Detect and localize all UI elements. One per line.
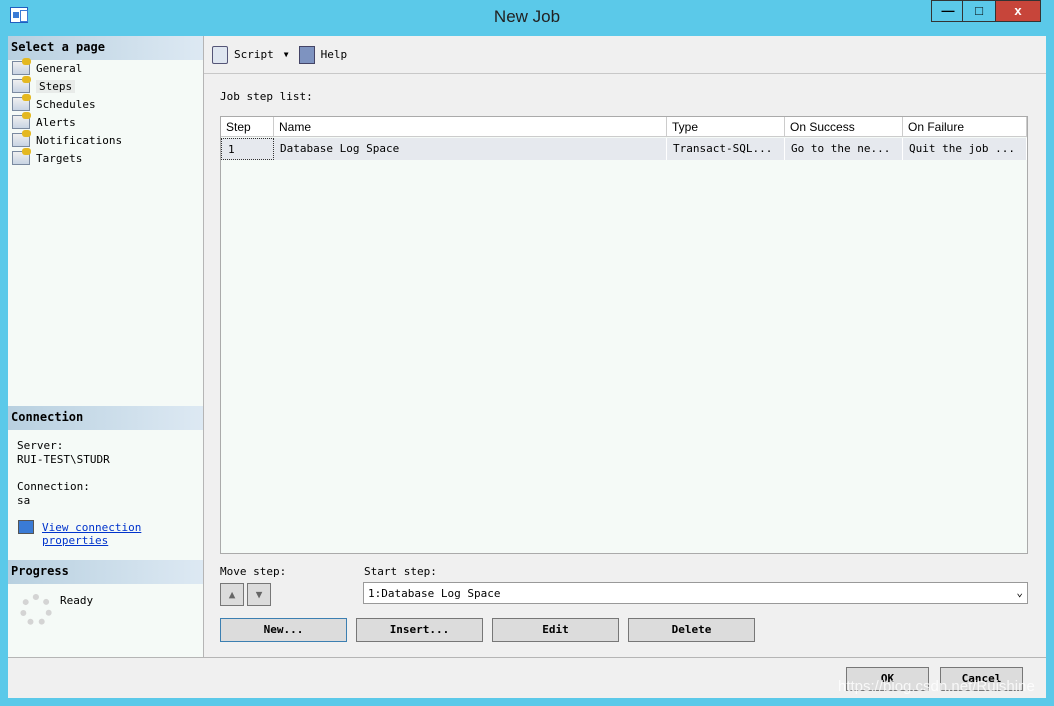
- column-header-on-failure[interactable]: On Failure: [903, 117, 1027, 137]
- column-header-step[interactable]: Step: [221, 117, 274, 137]
- column-header-type[interactable]: Type: [667, 117, 785, 137]
- move-step-label: Move step:: [220, 565, 287, 578]
- new-button[interactable]: New...: [220, 618, 347, 642]
- page-notifications[interactable]: Notifications: [12, 130, 122, 149]
- connection-header: Connection: [8, 406, 203, 430]
- move-up-button[interactable]: ▲: [220, 583, 244, 606]
- page-icon: [12, 58, 31, 75]
- script-button[interactable]: Script: [234, 48, 274, 61]
- script-icon: [212, 45, 228, 64]
- close-button[interactable]: x: [995, 0, 1041, 22]
- connection-properties-icon: [18, 520, 34, 534]
- page-icon: [12, 76, 31, 93]
- minimize-button[interactable]: —: [931, 0, 965, 22]
- title-bar: New Job: [0, 0, 1054, 36]
- dialog-footer: OK Cancel https://blog.csdn.net/Ruishine: [8, 657, 1046, 698]
- toolbar: Script ▼ Help: [204, 36, 1046, 74]
- script-dropdown-icon[interactable]: ▼: [284, 50, 289, 59]
- select-page-header: Select a page: [8, 36, 203, 60]
- progress-header: Progress: [8, 560, 203, 584]
- page-icon: [12, 94, 31, 111]
- column-header-on-success[interactable]: On Success: [785, 117, 903, 137]
- column-header-name[interactable]: Name: [274, 117, 667, 137]
- page-targets[interactable]: Targets: [12, 148, 82, 167]
- edit-button[interactable]: Edit: [492, 618, 619, 642]
- start-step-label: Start step:: [364, 565, 437, 578]
- watermark: https://blog.csdn.net/Ruishine: [838, 678, 1035, 695]
- move-down-button[interactable]: ▼: [247, 583, 271, 606]
- server-label: Server:: [17, 439, 64, 452]
- page-icon: [12, 112, 31, 129]
- chevron-down-icon: ⌄: [1016, 586, 1023, 599]
- main-pane: Script ▼ Help Job step list: Step Name T…: [204, 36, 1046, 657]
- connection-label: Connection:: [17, 480, 90, 493]
- page-general[interactable]: General: [12, 58, 82, 77]
- page-alerts[interactable]: Alerts: [12, 112, 76, 131]
- help-icon: [298, 45, 315, 64]
- progress-spinner-icon: [20, 594, 52, 626]
- insert-button[interactable]: Insert...: [356, 618, 483, 642]
- page-steps[interactable]: Steps: [12, 76, 76, 95]
- page-icon: [12, 130, 31, 147]
- page-schedules[interactable]: Schedules: [12, 94, 96, 113]
- progress-status: Ready: [60, 594, 94, 607]
- window-title: New Job: [493, 7, 561, 26]
- connection-value: sa: [17, 494, 31, 507]
- job-step-grid: Step Name Type On Success On Failure 1 D…: [220, 116, 1028, 554]
- server-value: RUI-TEST\STUDR: [17, 453, 110, 466]
- view-connection-properties-link[interactable]: View connection properties: [42, 521, 141, 547]
- left-pane: Select a page General Steps Schedules Al…: [8, 36, 204, 657]
- delete-button[interactable]: Delete: [628, 618, 755, 642]
- maximize-button[interactable]: □: [962, 0, 996, 22]
- page-icon: [12, 148, 31, 165]
- start-step-select[interactable]: 1:Database Log Space ⌄: [363, 582, 1028, 604]
- job-step-list-label: Job step list:: [220, 90, 313, 103]
- help-button[interactable]: Help: [321, 48, 348, 61]
- app-icon: [10, 7, 28, 23]
